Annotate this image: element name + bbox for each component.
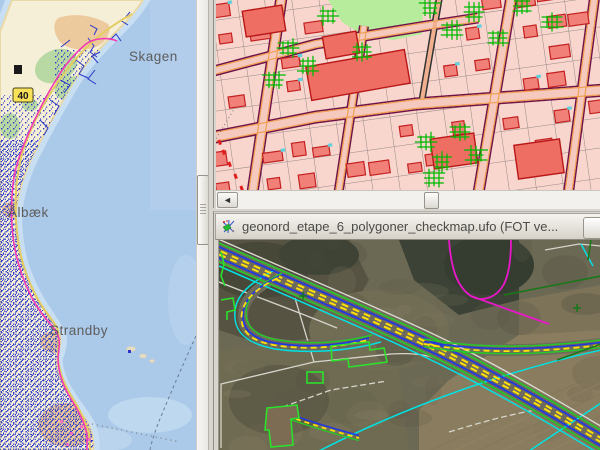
cadastral-hscroll-thumb[interactable] <box>424 192 439 209</box>
checkmap-window: geonord_etape_6_polygoner_checkmap.ufo (… <box>213 211 600 450</box>
minimize-button[interactable] <box>583 217 600 239</box>
cadastral-map-window: ◄ <box>213 0 600 208</box>
gis-workspace: 40 Skagen Ålbæk Strandby <box>0 0 600 450</box>
checkmap-window-title: geonord_etape_6_polygoner_checkmap.ufo (… <box>242 219 600 234</box>
right-column: ◄ geonord_etape_6_polygoner_checkmap.ufo… <box>213 0 600 450</box>
cadastral-horizontal-scrollbar[interactable]: ◄ <box>216 190 600 209</box>
map-marker-square <box>14 65 22 74</box>
place-label-aalbaek: Ålbæk <box>8 205 49 220</box>
road-shield-number: 40 <box>17 91 29 102</box>
place-label-strandby: Strandby <box>50 323 108 338</box>
overview-map-window: 40 Skagen Ålbæk Strandby <box>0 0 208 450</box>
overview-map-canvas[interactable]: 40 Skagen Ålbæk Strandby <box>0 0 196 450</box>
place-label-skagen: Skagen <box>129 49 178 64</box>
checkmap-titlebar[interactable]: geonord_etape_6_polygoner_checkmap.ufo (… <box>215 213 600 240</box>
cadastral-map-canvas[interactable] <box>216 0 600 190</box>
aerial-map-canvas[interactable] <box>218 240 600 450</box>
left-arrow-icon: ◄ <box>223 195 232 205</box>
scroll-left-button[interactable]: ◄ <box>217 192 238 208</box>
map-document-icon <box>221 219 237 235</box>
road-shield: 40 <box>13 88 33 102</box>
